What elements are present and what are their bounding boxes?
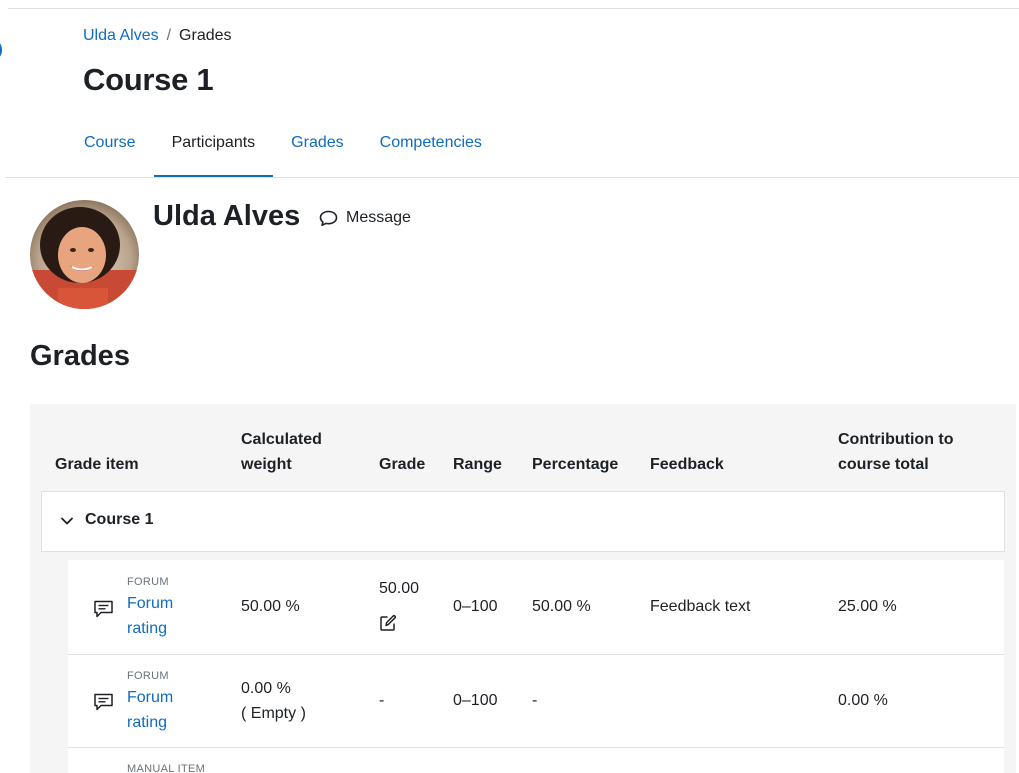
header-feedback: Feedback [650, 456, 724, 473]
weight-cell: 50.00 % [241, 598, 300, 615]
chevron-down-icon[interactable] [60, 514, 74, 528]
contribution-cell: 25.00 % [838, 598, 897, 615]
breadcrumb-user-link[interactable]: Ulda Alves [83, 27, 159, 45]
nav-divider [5, 177, 1019, 178]
user-name: Ulda Alves [153, 200, 301, 232]
header-grade-item: Grade item [55, 456, 139, 473]
tab-competencies[interactable]: Competencies [362, 124, 500, 178]
module-type-label: FORUM [127, 576, 169, 588]
weight-cell: 0.00 % ( Empty ) [241, 676, 306, 726]
feedback-cell: Feedback text [650, 598, 751, 615]
contribution-cell: 0.00 % [838, 692, 888, 709]
header-calculated-weight-line1: Calculated [241, 431, 322, 448]
drawer-toggle-edge[interactable] [0, 38, 2, 62]
top-divider [8, 8, 1019, 9]
table-row: FORUM Forum rating 0.00 % ( Empty ) - 0–… [68, 655, 1004, 748]
header-contribution-line2: course total [838, 456, 929, 473]
grade-cell: 50.00 [379, 580, 420, 597]
grade-item-name-line1: Forum [127, 595, 174, 612]
category-row[interactable]: Course 1 [41, 491, 1005, 552]
header-contribution: Contribution to course total [838, 427, 954, 477]
user-grade-report: Grade item Calculated weight Grade Range… [30, 404, 1016, 773]
range-cell: 0–100 [453, 692, 498, 709]
grade-cell: - [379, 692, 385, 709]
header-calculated-weight: Calculated weight [241, 427, 322, 477]
tab-participants[interactable]: Participants [153, 124, 274, 178]
header-grade: Grade [379, 456, 426, 473]
header-percentage: Percentage [532, 456, 619, 473]
edit-icon[interactable] [379, 614, 397, 632]
tab-course[interactable]: Course [66, 124, 154, 178]
range-cell: 0–100 [453, 598, 498, 615]
message-label: Message [346, 209, 411, 226]
breadcrumb-current: Grades [179, 27, 232, 44]
grade-item-name-line2: rating [127, 714, 168, 731]
header-contribution-line1: Contribution to [838, 431, 954, 448]
percentage-cell: 50.00 % [532, 598, 591, 615]
grade-item-name-line1: Forum [127, 689, 174, 706]
grade-item-link[interactable]: Forum rating [127, 591, 173, 641]
message-button[interactable]: Message [319, 209, 411, 227]
weight-value: 0.00 % [241, 680, 291, 697]
header-calculated-weight-line2: weight [241, 456, 292, 473]
page-title: Course 1 [83, 62, 214, 97]
tab-grades[interactable]: Grades [273, 124, 361, 178]
breadcrumb: Ulda Alves / Grades [83, 27, 232, 45]
weight-note: ( Empty ) [241, 705, 306, 722]
forum-icon [94, 693, 113, 711]
module-type-label: MANUAL ITEM [127, 763, 206, 773]
user-avatar-image [30, 200, 139, 309]
chat-bubble-icon [319, 210, 338, 226]
user-avatar [30, 200, 139, 309]
grades-heading: Grades [30, 340, 130, 372]
breadcrumb-separator: / [166, 27, 172, 44]
category-name: Course 1 [85, 511, 154, 528]
percentage-cell: - [532, 692, 538, 709]
module-type-label: FORUM [127, 670, 169, 682]
header-range: Range [453, 456, 502, 473]
forum-icon [94, 600, 113, 618]
secondary-navigation: Course Participants Grades Competencies [66, 124, 500, 178]
table-row: FORUM Forum rating 50.00 % 50.00 0–100 5… [68, 560, 1004, 655]
grade-item-name-line2: rating [127, 620, 168, 637]
table-row: MANUAL ITEM [68, 748, 1004, 773]
grade-item-link[interactable]: Forum rating [127, 685, 173, 735]
